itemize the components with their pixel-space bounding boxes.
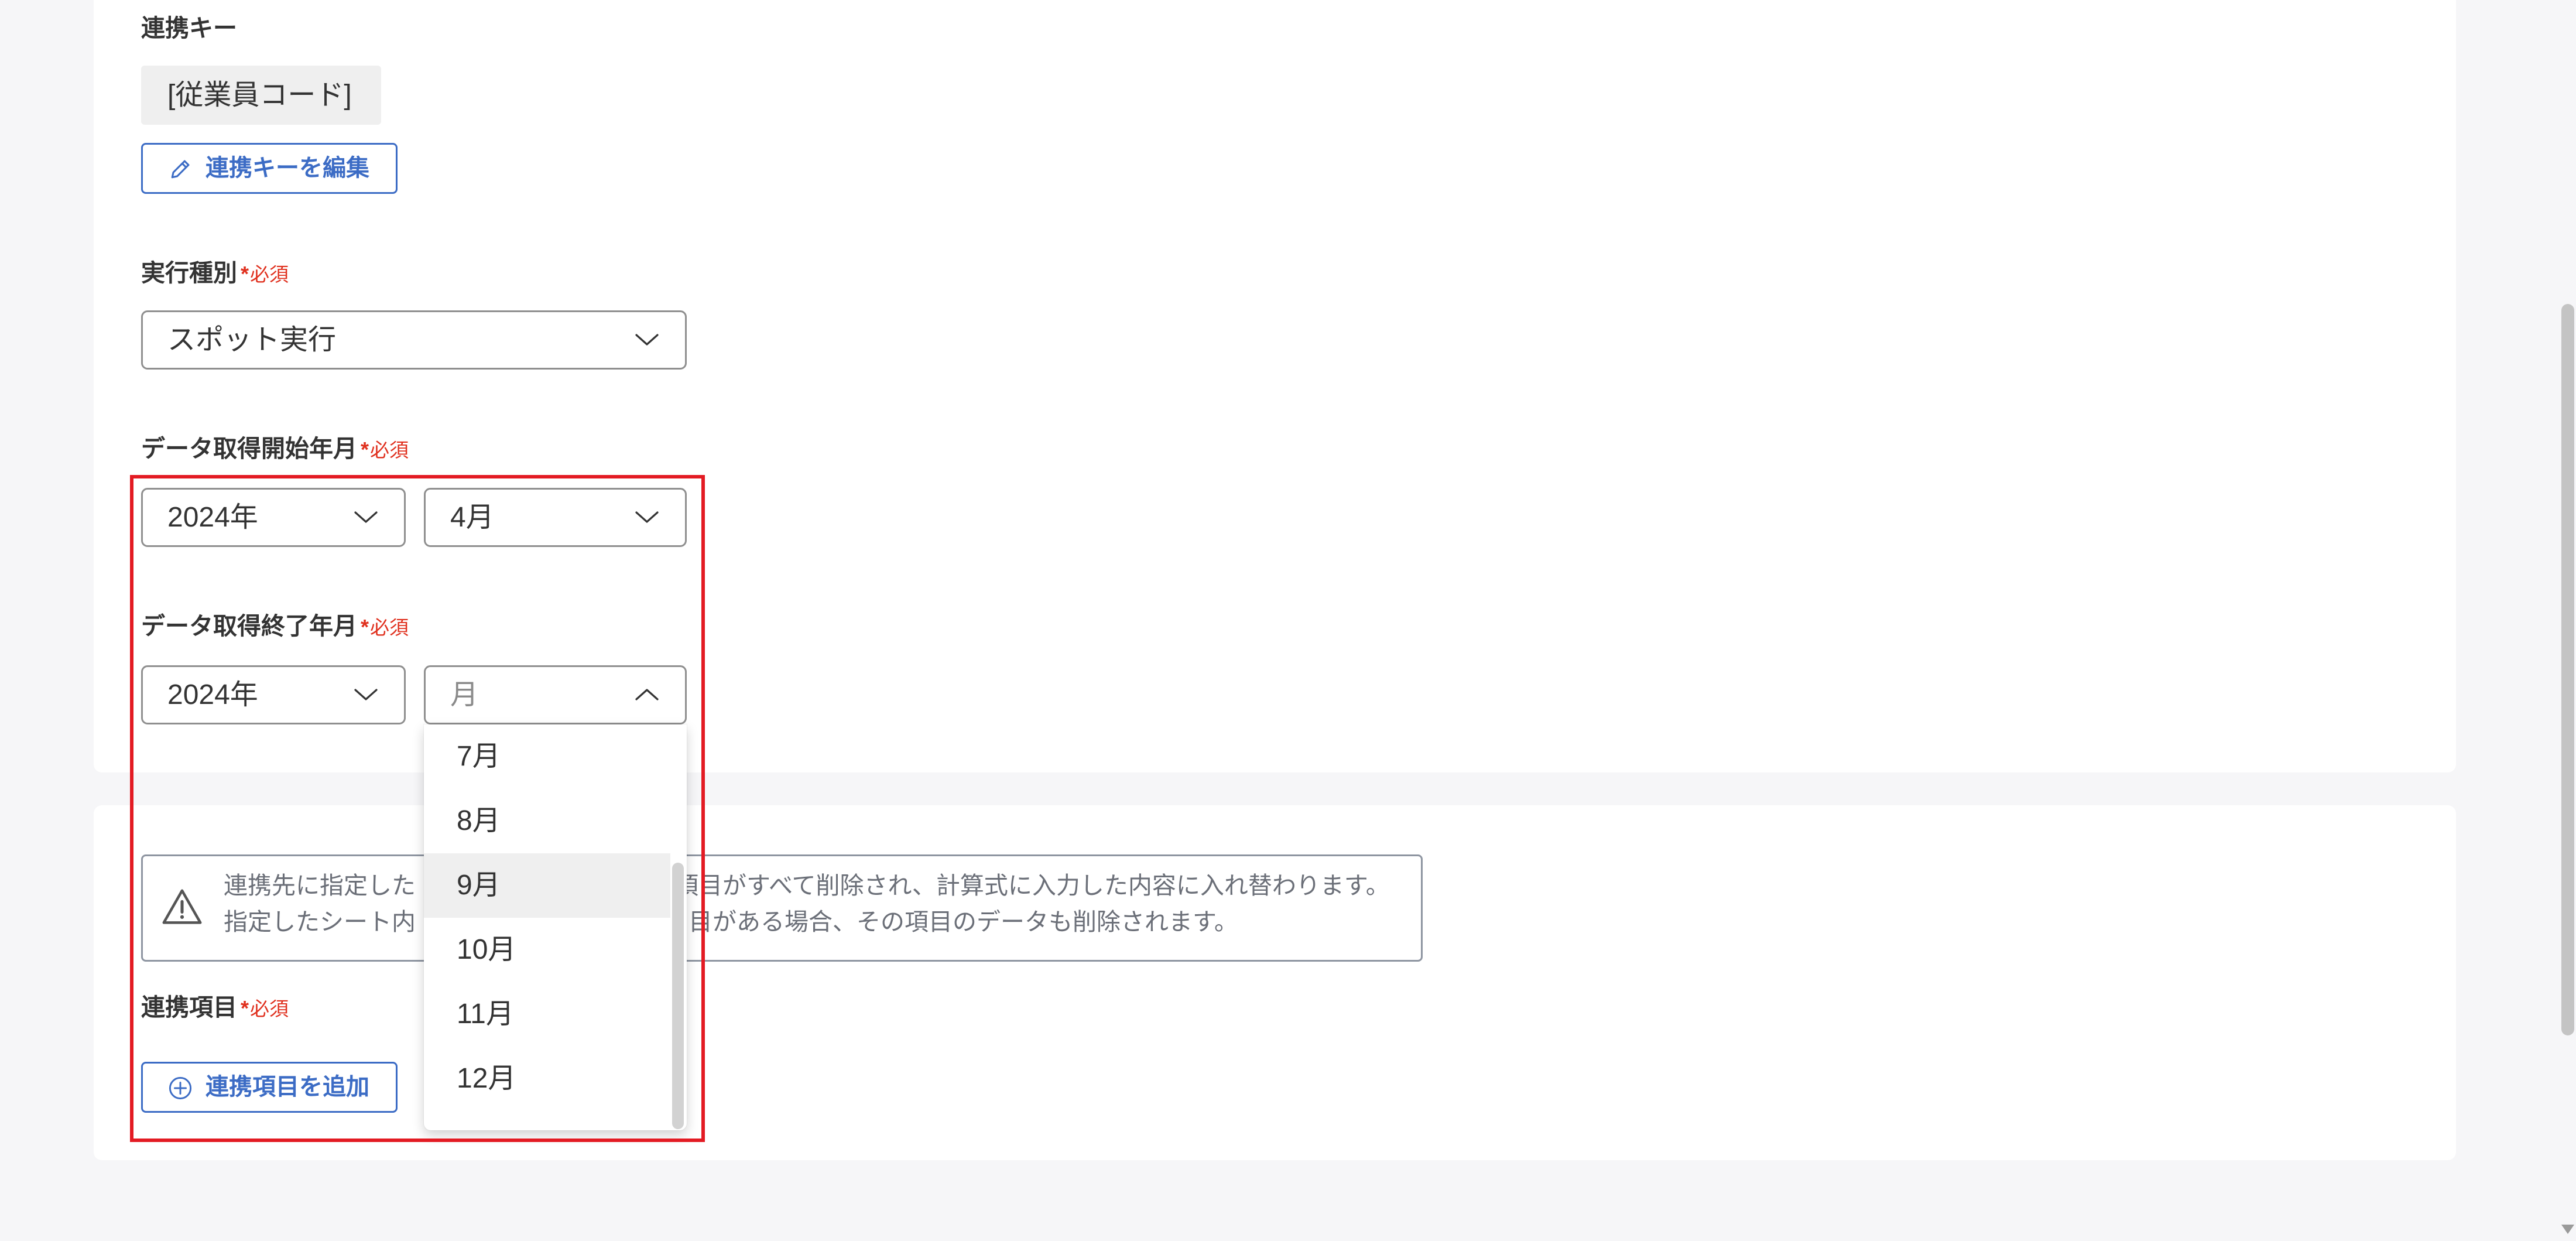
execution-type-label-text: 実行種別 [141, 259, 237, 286]
settings-panel [94, 0, 2456, 772]
required-asterisk: * [361, 437, 369, 461]
chevron-down-icon [634, 333, 660, 347]
end-month-select[interactable]: 月 [424, 665, 687, 724]
linkage-items-label-text: 連携項目 [141, 994, 237, 1021]
required-badge: 必須 [370, 439, 409, 461]
add-linkage-item-button[interactable]: 連携項目を追加 [141, 1062, 398, 1113]
warning-text: 目がある場合、その項目のデータも削除されます。 [688, 908, 1238, 935]
plus-circle-icon [167, 1075, 193, 1101]
page-scrollbar-thumb[interactable] [2561, 304, 2574, 1035]
month-option[interactable]: 12月 [424, 1047, 670, 1111]
month-option[interactable]: 9月 [424, 853, 670, 918]
month-option[interactable]: 7月 [424, 724, 670, 789]
linkage-key-label: 連携キー [141, 15, 237, 41]
page-scrollbar[interactable] [2560, 0, 2576, 1241]
execution-type-label: 実行種別 *必須 [141, 260, 289, 286]
edit-linkage-key-button[interactable]: 連携キーを編集 [141, 143, 398, 194]
chevron-up-icon [634, 688, 660, 702]
start-month-value: 4月 [450, 502, 494, 533]
chevron-down-icon [353, 510, 379, 524]
triangle-down-icon[interactable] [2561, 1225, 2574, 1234]
warning-text: 指定したシート内 [224, 908, 416, 935]
required-badge: 必須 [250, 998, 289, 1020]
start-period-label-text: データ取得開始年月 [141, 435, 357, 462]
linkage-key-value-chip: [従業員コード] [141, 66, 381, 125]
execution-type-select[interactable]: スポット実行 [141, 310, 687, 370]
start-period-label: データ取得開始年月 *必須 [141, 436, 409, 461]
required-asterisk: * [361, 615, 369, 639]
end-year-select[interactable]: 2024年 [141, 665, 406, 724]
warning-triangle-icon [161, 886, 203, 928]
end-year-value: 2024年 [167, 679, 258, 710]
linkage-key-value: [従業員コード] [167, 80, 352, 111]
start-month-select[interactable]: 4月 [424, 488, 687, 547]
warning-message-box: 連携先に指定した 項目がすべて削除され、計算式に入力した内容に入れ替わります。 … [141, 854, 1423, 962]
end-period-label: データ取得終了年月 *必須 [141, 613, 409, 639]
end-period-label-text: データ取得終了年月 [141, 613, 357, 640]
linkage-items-label: 連携項目 *必須 [141, 994, 289, 1020]
pencil-icon [167, 156, 193, 182]
required-asterisk: * [241, 262, 249, 286]
chevron-down-icon [634, 510, 660, 524]
end-month-options-list[interactable]: 7月 8月 9月 10月 11月 12月 [424, 724, 687, 1130]
required-badge: 必須 [250, 264, 289, 285]
start-year-value: 2024年 [167, 502, 258, 533]
warning-text: 連携先に指定した [224, 872, 416, 899]
required-asterisk: * [241, 996, 249, 1020]
month-option[interactable]: 8月 [424, 789, 670, 853]
start-year-select[interactable]: 2024年 [141, 488, 406, 547]
month-option[interactable]: 10月 [424, 918, 670, 982]
chevron-down-icon [353, 688, 379, 702]
warning-text: 項目がすべて削除され、計算式に入力した内容に入れ替わります。 [674, 872, 1390, 899]
add-linkage-item-button-label: 連携項目を追加 [205, 1074, 369, 1100]
edit-linkage-key-button-label: 連携キーを編集 [205, 155, 369, 181]
required-badge: 必須 [370, 617, 409, 638]
execution-type-value: スポット実行 [167, 324, 337, 355]
end-month-placeholder: 月 [450, 679, 479, 710]
linkage-key-label-text: 連携キー [141, 15, 237, 42]
month-option[interactable]: 11月 [424, 982, 670, 1047]
options-list-scrollbar-thumb[interactable] [672, 863, 684, 1129]
